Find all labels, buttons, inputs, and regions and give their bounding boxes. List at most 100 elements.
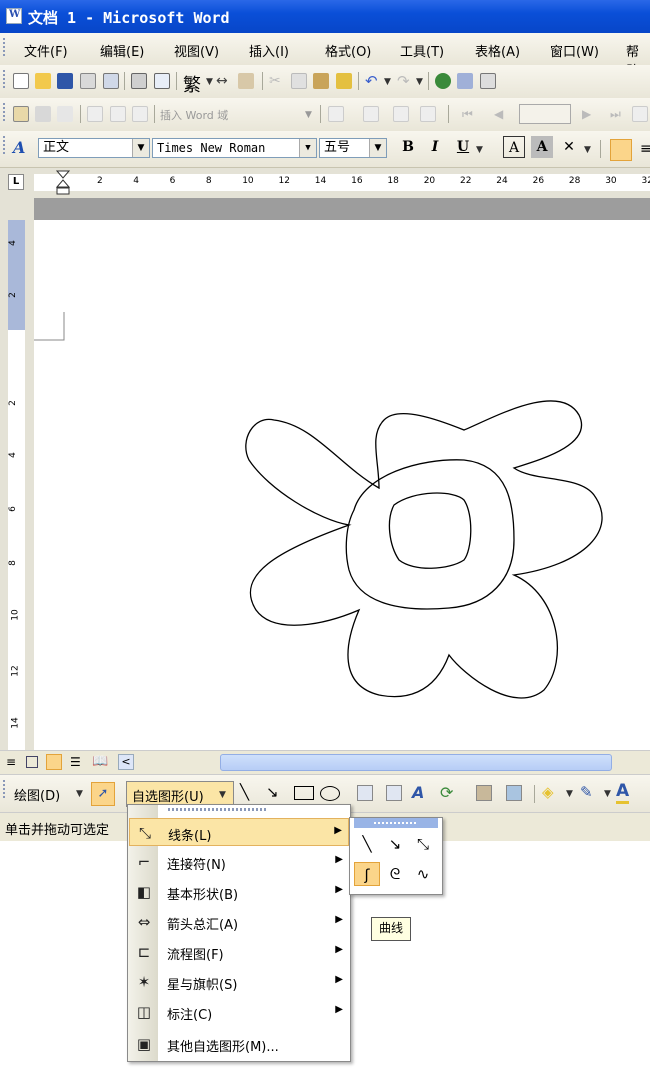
print-view-icon[interactable] <box>46 754 62 770</box>
menu-insert[interactable]: 插入(I) <box>249 41 289 60</box>
menu-item-lines[interactable]: ⤡ 线条(L) ▶ <box>129 818 349 846</box>
indent-markers-icon[interactable] <box>56 170 70 196</box>
research-icon[interactable] <box>238 73 254 89</box>
go-to-record-field[interactable] <box>519 104 571 124</box>
character-shading-button[interactable]: A <box>531 136 553 158</box>
menu-window[interactable]: 窗口(W) <box>550 41 599 60</box>
propagate-labels-icon[interactable] <box>420 106 436 122</box>
menu-item-stars-banners[interactable]: ✶ 星与旗帜(S) ▶ <box>129 968 349 996</box>
font-size-select[interactable]: 五号 ▼ <box>319 138 387 158</box>
font-color-icon[interactable]: A <box>616 781 630 804</box>
menu-bar-grip[interactable] <box>3 38 5 56</box>
copy-icon[interactable] <box>291 73 307 89</box>
highlight-merge-fields-icon[interactable] <box>363 106 379 122</box>
insert-picture-icon[interactable] <box>506 785 522 801</box>
next-record-icon[interactable]: ▶ <box>582 106 598 122</box>
chevron-down-icon[interactable]: ▼ <box>369 139 386 157</box>
arrow-icon[interactable]: ↘ <box>382 832 408 856</box>
fill-color-icon[interactable]: ◈ <box>542 783 554 801</box>
align-justify-button[interactable] <box>610 139 632 161</box>
print-preview-icon[interactable] <box>154 73 170 89</box>
menu-item-connectors[interactable]: ⌐ 连接符(N) ▶ <box>129 848 349 876</box>
menu-item-callouts[interactable]: ◫ 标注(C) ▶ <box>129 998 349 1026</box>
scribble-icon[interactable]: ∿ <box>410 862 436 886</box>
oval-icon[interactable] <box>320 786 340 801</box>
drawing-toolbar-grip[interactable] <box>3 780 5 798</box>
email-icon[interactable] <box>103 73 119 89</box>
chevron-down-icon[interactable]: ▼ <box>416 77 423 87</box>
main-document-setup-icon[interactable] <box>13 106 29 122</box>
normal-view-icon[interactable]: ≡ <box>6 755 16 769</box>
line-icon[interactable]: ╲ <box>354 832 380 856</box>
find-entry-icon[interactable] <box>632 106 648 122</box>
menu-table[interactable]: 表格(A) <box>475 41 520 60</box>
previous-record-icon[interactable]: ◀ <box>494 106 510 122</box>
arrow-icon[interactable]: ↘ <box>266 783 279 801</box>
double-arrow-icon[interactable]: ⤡ <box>410 832 436 856</box>
mail-merge-toolbar-grip[interactable] <box>3 103 5 121</box>
more-buttons-icon[interactable]: ≡ <box>640 141 650 157</box>
chevron-down-icon[interactable]: ▼ <box>132 139 149 157</box>
save-icon[interactable] <box>57 73 73 89</box>
open-icon[interactable] <box>35 73 51 89</box>
undo-icon[interactable]: ↶ <box>365 73 381 89</box>
character-border-button[interactable]: A <box>503 136 525 158</box>
menu-item-block-arrows[interactable]: ⇔ 箭头总汇(A) ▶ <box>129 908 349 936</box>
chevron-down-icon[interactable]: ▼ <box>206 77 213 87</box>
standard-toolbar-grip[interactable] <box>3 70 5 88</box>
styles-formatting-icon[interactable]: A <box>13 138 25 157</box>
chevron-down-icon[interactable]: ▼ <box>384 77 391 87</box>
print-icon[interactable] <box>131 73 147 89</box>
chevron-down-icon[interactable]: ▼ <box>305 110 312 120</box>
menu-file[interactable]: 文件(F) <box>24 41 68 60</box>
chevron-down-icon[interactable]: ▼ <box>299 139 316 157</box>
vertical-text-box-icon[interactable] <box>386 785 402 801</box>
draw-menu-button[interactable]: 绘图(D) <box>14 785 60 804</box>
insert-word-field-button[interactable]: 插入 Word 域 <box>160 107 228 123</box>
diagram-icon[interactable]: ⟳ <box>440 783 453 802</box>
tables-borders-icon[interactable] <box>457 73 473 89</box>
tab-stop-selector[interactable]: L <box>8 174 24 190</box>
line-icon[interactable]: ╲ <box>240 783 249 801</box>
italic-button[interactable]: I <box>424 136 446 158</box>
insert-merge-fields-icon[interactable] <box>132 106 148 122</box>
permission-icon[interactable] <box>80 73 96 89</box>
scroll-left-icon[interactable]: < <box>118 754 134 770</box>
menu-tools[interactable]: 工具(T) <box>400 41 444 60</box>
redo-icon[interactable]: ↷ <box>397 73 413 89</box>
menu-item-flowchart[interactable]: ⊏ 流程图(F) ▶ <box>129 938 349 966</box>
text-box-icon[interactable] <box>357 785 373 801</box>
line-color-icon[interactable]: ✎ <box>580 783 593 801</box>
insert-greeting-line-icon[interactable] <box>110 106 126 122</box>
clip-art-icon[interactable] <box>476 785 492 801</box>
recipients-icon[interactable] <box>57 106 73 122</box>
horizontal-scroll-thumb[interactable] <box>220 754 612 771</box>
insert-table-icon[interactable] <box>480 73 496 89</box>
match-fields-icon[interactable] <box>393 106 409 122</box>
chevron-down-icon[interactable]: ▼ <box>476 145 483 155</box>
insert-address-block-icon[interactable] <box>87 106 103 122</box>
chevron-down-icon[interactable]: ▼ <box>604 789 611 799</box>
chevron-down-icon[interactable]: ▼ <box>76 789 83 799</box>
reading-view-icon[interactable]: 📖 <box>92 754 108 769</box>
menu-item-more-autoshapes[interactable]: ▣ 其他自选图形(M)... <box>129 1030 349 1058</box>
character-scaling-icon[interactable]: ✕ <box>558 136 580 158</box>
view-merged-data-icon[interactable] <box>328 106 344 122</box>
freeform-icon[interactable]: ᘓ <box>382 862 408 886</box>
cut-icon[interactable]: ✂ <box>269 73 285 89</box>
style-select[interactable]: 正文 ▼ <box>38 138 150 158</box>
menu-format[interactable]: 格式(O) <box>325 41 371 60</box>
chevron-down-icon[interactable]: ▼ <box>566 789 573 799</box>
paste-icon[interactable] <box>313 73 329 89</box>
format-painter-icon[interactable] <box>336 73 352 89</box>
rectangle-icon[interactable] <box>294 786 314 800</box>
menu-item-basic-shapes[interactable]: ◧ 基本形状(B) ▶ <box>129 878 349 906</box>
select-objects-icon[interactable]: ➚ <box>91 782 115 806</box>
open-data-source-icon[interactable] <box>35 106 51 122</box>
curve-icon[interactable]: ʃ <box>354 862 380 886</box>
formatting-toolbar-grip[interactable] <box>3 136 5 154</box>
bold-button[interactable]: B <box>397 136 419 158</box>
menu-view[interactable]: 视图(V) <box>174 41 219 60</box>
new-document-icon[interactable] <box>13 73 29 89</box>
simplified-chinese-icon[interactable]: ↔ <box>216 73 232 89</box>
